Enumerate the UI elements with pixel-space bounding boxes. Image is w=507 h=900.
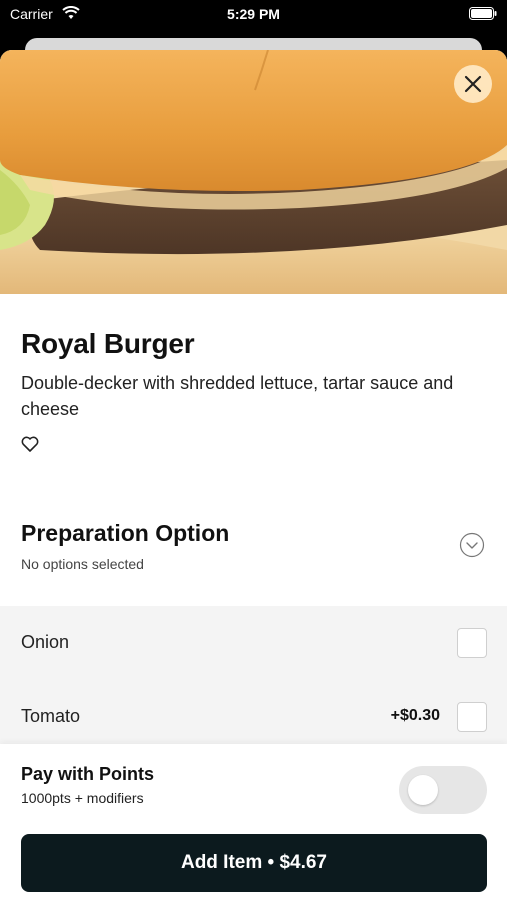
preparation-title: Preparation Option <box>21 520 230 546</box>
status-bar: Carrier 5:29 PM <box>0 0 507 30</box>
option-row-onion[interactable]: Onion <box>0 606 507 676</box>
option-checkbox[interactable] <box>457 702 487 732</box>
points-toggle[interactable] <box>399 766 487 814</box>
option-price: +$0.30 <box>390 707 440 724</box>
points-subtitle: 1000pts + modifiers <box>21 790 144 806</box>
chevron-down-icon[interactable] <box>459 532 485 558</box>
option-row-tomato[interactable]: Tomato +$0.30 <box>0 678 507 748</box>
item-detail-sheet: Royal Burger Double-decker with shredded… <box>0 50 507 900</box>
close-icon <box>464 75 482 93</box>
close-button[interactable] <box>454 65 492 103</box>
item-hero-image <box>0 50 507 294</box>
option-label: Onion <box>21 632 70 652</box>
options-list: Onion Tomato +$0.30 <box>0 606 507 746</box>
toggle-knob <box>408 775 438 805</box>
option-checkbox[interactable] <box>457 628 487 658</box>
preparation-subtitle: No options selected <box>21 556 144 572</box>
item-description: Double-decker with shredded lettuce, tar… <box>21 373 454 419</box>
battery-icon <box>469 7 497 20</box>
item-title: Royal Burger <box>21 328 195 359</box>
status-time: 5:29 PM <box>227 6 280 22</box>
heart-outline-icon[interactable] <box>21 435 39 453</box>
points-title: Pay with Points <box>21 764 155 784</box>
bottom-panel: Pay with Points 1000pts + modifiers Add … <box>0 744 507 900</box>
option-label: Tomato <box>21 706 81 726</box>
add-item-button[interactable]: Add Item • $4.67 <box>21 834 487 892</box>
